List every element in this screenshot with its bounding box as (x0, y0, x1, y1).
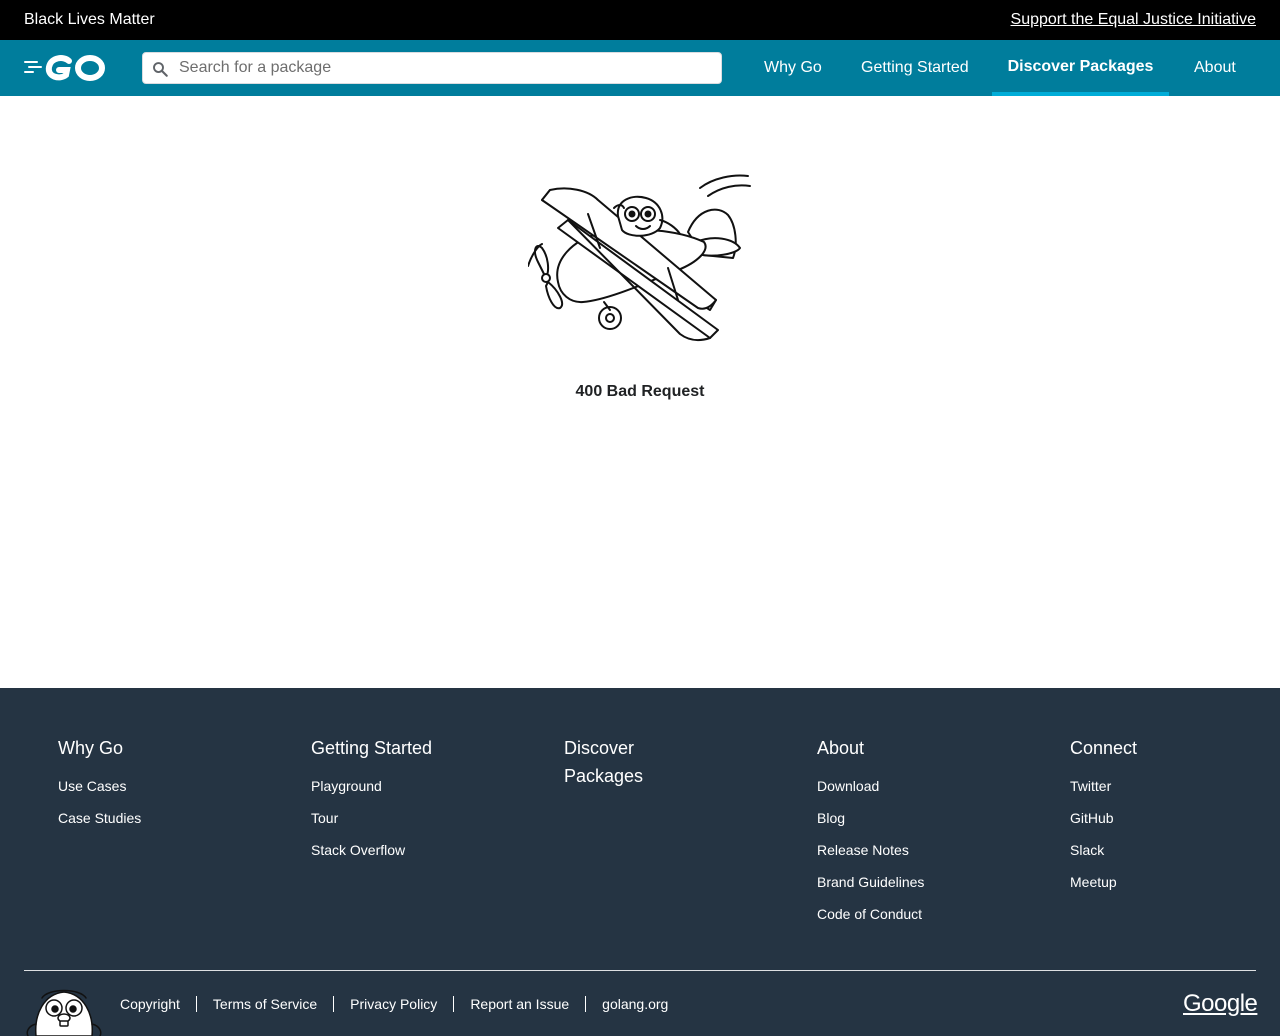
footer-column-discover-packages: Discover Packages (564, 734, 664, 790)
footer-bottom-links: Copyright Terms of Service Privacy Polic… (120, 992, 684, 1016)
announcement-banner: Black Lives Matter Support the Equal Jus… (0, 0, 1280, 40)
footer-link-blog[interactable]: Blog (817, 802, 1017, 834)
footer-link-github[interactable]: GitHub (1070, 802, 1270, 834)
nav-about[interactable]: About (1194, 40, 1236, 96)
search-input[interactable] (179, 53, 717, 83)
search-icon[interactable] (151, 60, 169, 78)
go-logo-icon[interactable] (24, 53, 108, 83)
footer-link-stack-overflow[interactable]: Stack Overflow (311, 834, 511, 866)
nav-why-go[interactable]: Why Go (764, 40, 822, 96)
footer-column-title[interactable]: Discover Packages (564, 734, 664, 790)
nav-getting-started[interactable]: Getting Started (861, 40, 969, 96)
footer-link-brand-guidelines[interactable]: Brand Guidelines (817, 866, 1017, 898)
footer-column-title: Why Go (58, 738, 124, 758)
footer-link-golang-org[interactable]: golang.org (585, 996, 684, 1012)
footer-link-use-cases[interactable]: Use Cases (58, 770, 258, 802)
search-box (142, 52, 722, 84)
footer-column-title: Getting Started (311, 738, 433, 758)
banner-link[interactable]: Support the Equal Justice Initiative (1011, 10, 1256, 30)
footer-link-meetup[interactable]: Meetup (1070, 866, 1270, 898)
google-logo[interactable]: Google (1183, 990, 1258, 1018)
error-message: 400 Bad Request (575, 383, 705, 400)
footer-column-getting-started: Getting Started Playground Tour Stack Ov… (311, 734, 511, 866)
footer-link-download[interactable]: Download (817, 770, 1017, 802)
footer-link-report-an-issue[interactable]: Report an Issue (453, 996, 585, 1012)
footer-link-code-of-conduct[interactable]: Code of Conduct (817, 898, 1017, 930)
footer-column-about: About Download Blog Release Notes Brand … (817, 734, 1017, 930)
footer-column-why-go: Why Go Use Cases Case Studies (58, 734, 258, 834)
footer-divider (24, 970, 1256, 971)
footer-link-case-studies[interactable]: Case Studies (58, 802, 258, 834)
footer-link-release-notes[interactable]: Release Notes (817, 834, 1017, 866)
gopher-footer-icon (26, 989, 102, 1036)
footer-column-connect: Connect Twitter GitHub Slack Meetup (1070, 734, 1270, 898)
nav-discover-packages[interactable]: Discover Packages (992, 40, 1169, 96)
footer-link-copyright[interactable]: Copyright (120, 996, 196, 1012)
footer-link-playground[interactable]: Playground (311, 770, 511, 802)
site-footer: Why Go Use Cases Case Studies Getting St… (0, 688, 1280, 1036)
banner-text: Black Lives Matter (24, 11, 155, 28)
footer-link-slack[interactable]: Slack (1070, 834, 1270, 866)
footer-link-privacy-policy[interactable]: Privacy Policy (333, 996, 453, 1012)
footer-link-twitter[interactable]: Twitter (1070, 770, 1270, 802)
footer-column-title: Connect (1070, 738, 1138, 758)
site-header: Why Go Getting Started Discover Packages… (0, 40, 1280, 96)
footer-link-terms-of-service[interactable]: Terms of Service (195, 996, 333, 1012)
footer-column-title: About (817, 738, 865, 758)
gopher-airplane-icon (528, 174, 751, 342)
footer-link-tour[interactable]: Tour (311, 802, 511, 834)
